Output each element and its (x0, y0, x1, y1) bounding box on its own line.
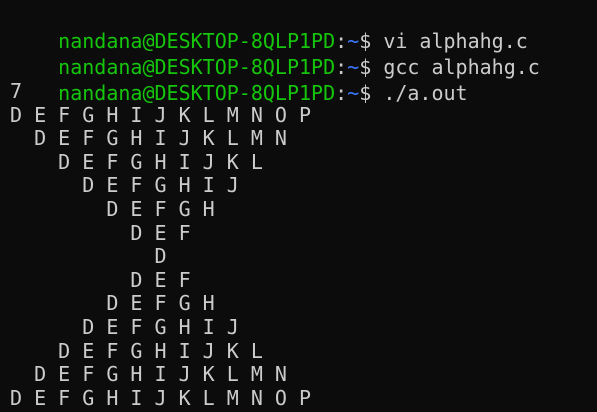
prompt-path: ~ (347, 81, 360, 105)
prompt-symbol: $ (359, 55, 372, 79)
prompt-path: ~ (347, 55, 360, 79)
prompt-user-host: nandana@DESKTOP-8QLP1PD (58, 81, 336, 105)
prompt-line: nandana@DESKTOP-8QLP1PD:~$ vi alphahg.c (10, 2, 597, 53)
output-line: D E F G H (10, 291, 215, 316)
prompt-user-host: nandana@DESKTOP-8QLP1PD (58, 29, 336, 53)
output-line: D E F G H I J K L M N (10, 126, 287, 151)
terminal-window[interactable]: nandana@DESKTOP-8QLP1PD:~$ vi alphahg.c … (0, 0, 597, 412)
output-line: D E F G H I J K L M N O P (10, 385, 312, 410)
output-line: D E F G H I J K L (10, 149, 263, 174)
output-line: D E F (10, 220, 191, 245)
output-line: D E F G H I J K L (10, 338, 263, 363)
prompt-separator: : (335, 81, 348, 105)
command-text: gcc alphahg.c (383, 55, 540, 79)
prompt-path: ~ (347, 29, 360, 53)
prompt-separator: : (335, 29, 348, 53)
output-line: D E F G H I J K L M N (10, 362, 287, 387)
prompt-user-host: nandana@DESKTOP-8QLP1PD (58, 55, 336, 79)
output-line: D E F (10, 267, 191, 292)
command-text: vi alphahg.c (383, 29, 528, 53)
output-line: D E F G H I J K L M N O P (10, 102, 312, 127)
prompt-symbol: $ (359, 29, 372, 53)
output-line: D E F G H I J (10, 314, 239, 339)
output-line: D E F G H (10, 196, 215, 221)
prompt-symbol: $ (359, 81, 372, 105)
prompt-separator: : (335, 55, 348, 79)
output-line: D (10, 244, 167, 269)
command-text: ./a.out (383, 81, 468, 105)
output-line: D E F G H I J (10, 173, 239, 198)
